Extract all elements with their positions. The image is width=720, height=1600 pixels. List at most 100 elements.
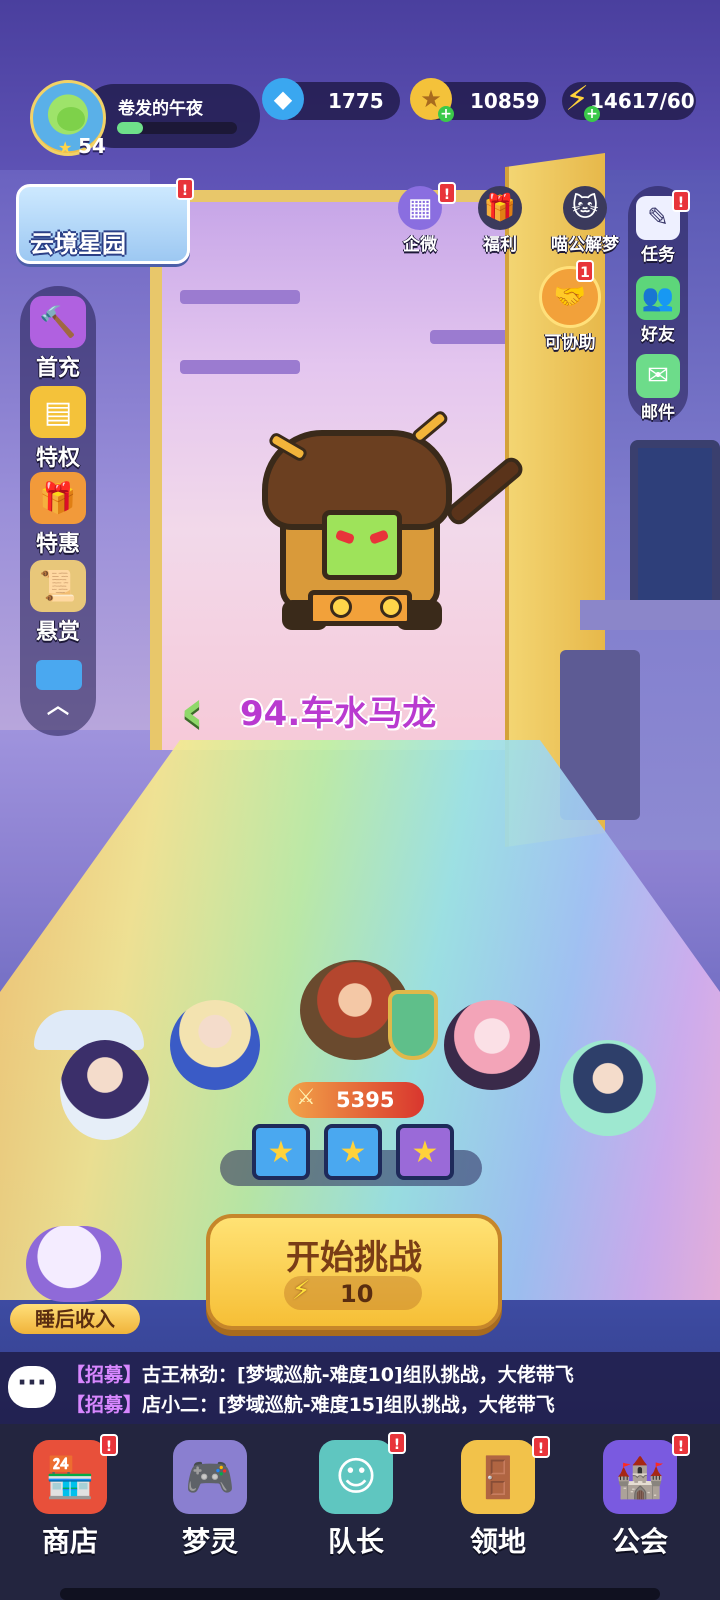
chat-bubble-icon[interactable]: ···: [8, 1366, 56, 1408]
notification-badge: !: [100, 1434, 118, 1456]
wecom-label: 企微: [403, 235, 437, 255]
shop-icon: 🏪: [33, 1440, 107, 1514]
dream-reading-label: 喵公解梦: [551, 235, 619, 255]
nav-captain-label: 队长: [327, 1525, 384, 1558]
player-name: 卷发的午夜: [118, 99, 203, 119]
privilege-card-icon: ▤: [30, 386, 86, 438]
team-power-value: 5395: [336, 1088, 395, 1112]
add-coins-icon[interactable]: +: [438, 106, 454, 122]
coin-count: 10859: [470, 89, 540, 113]
exp-bar-fill: [117, 122, 144, 134]
bounty-label: 悬赏: [35, 620, 80, 645]
nav-shop-label: 商店: [41, 1525, 98, 1558]
special-offer-button[interactable]: 🎁 特惠: [20, 472, 96, 558]
hero-parasol-girl[interactable]: [60, 1040, 150, 1140]
welfare-label: 福利: [483, 235, 517, 255]
wanted-scroll-icon: 📜: [30, 560, 86, 612]
friends-label: 好友: [641, 325, 675, 345]
start-challenge-label: 开始挑战: [286, 1238, 422, 1278]
privilege-label: 特权: [35, 446, 80, 471]
notification-badge: 1: [576, 260, 594, 282]
nav-dream-spirit-label: 梦灵: [181, 1525, 238, 1558]
hero-spirit-boy[interactable]: [560, 1040, 656, 1136]
star-chest-icon[interactable]: ★: [252, 1124, 310, 1180]
mail-label: 邮件: [641, 403, 675, 423]
cat-icon: 🐱: [563, 186, 607, 230]
friends-icon: 👥: [636, 276, 680, 320]
computer-monitor: [630, 440, 720, 610]
dream-reading-button[interactable]: 🐱 喵公解梦: [540, 186, 630, 255]
territory-icon: 🚪: [461, 1440, 535, 1514]
star-garden-label: 云境星园: [30, 230, 126, 258]
nav-guild-label: 公会: [611, 1525, 668, 1558]
assist-label: 可协助: [544, 333, 596, 353]
sleeping-sheep-icon: [26, 1226, 122, 1302]
friends-button[interactable]: 👥 好友: [620, 276, 696, 345]
hero-demon-girl[interactable]: [444, 1000, 540, 1090]
captain-icon: ☺: [319, 1440, 393, 1514]
chat-text: 店小二：[梦域巡航-难度15]组队挑战，大佬带飞: [142, 1394, 555, 1416]
bookshelf: [430, 330, 510, 344]
privilege-button[interactable]: ▤ 特权: [20, 386, 96, 472]
diamond-count: 1775: [328, 89, 384, 113]
system-home-bar[interactable]: [60, 1588, 660, 1600]
boss-bolt: [380, 596, 402, 618]
ranking-icon[interactable]: [36, 660, 82, 690]
coin-icon[interactable]: ★ +: [410, 78, 454, 122]
diamond-icon: ◆: [262, 78, 304, 120]
nav-guild[interactable]: 🏰 公会: [580, 1440, 700, 1560]
boss-bolt: [330, 596, 352, 618]
star-chest-icon[interactable]: ★: [324, 1124, 382, 1180]
desk: [580, 600, 720, 630]
hero-knight[interactable]: [170, 1000, 260, 1090]
lightning-icon: ⚡: [292, 1276, 311, 1306]
boss-face: [322, 510, 402, 580]
gift-box-icon: ▦: [398, 186, 442, 230]
gift-bag-icon: 🎁: [478, 186, 522, 230]
expand-menu-icon[interactable]: ︿: [40, 688, 76, 720]
lightning-icon[interactable]: ⚡ +: [556, 78, 600, 122]
energy-count: 14617/60: [590, 89, 695, 113]
chat-tag: 【招募】: [66, 1394, 143, 1416]
previous-stage-arrow-icon[interactable]: ‹: [180, 680, 224, 742]
notification-badge: !: [532, 1436, 550, 1458]
chat-message[interactable]: 【招募】店小二：[梦域巡航-难度15]组队挑战，大佬带飞: [66, 1390, 555, 1417]
task-label: 任务: [641, 245, 675, 265]
first-recharge-label: 首充: [35, 356, 80, 381]
player-level: 54: [78, 134, 106, 158]
exp-bar: [117, 122, 237, 134]
nav-dream-spirit[interactable]: 🎮 梦灵: [150, 1440, 270, 1560]
chat-message[interactable]: 【招募】古王林劲：[梦域巡航-难度10]组队挑战，大佬带飞: [66, 1360, 574, 1387]
guild-icon: 🏰: [603, 1440, 677, 1514]
chat-tag: 【招募】: [66, 1364, 143, 1386]
notification-badge: !: [672, 1434, 690, 1456]
star-chest-icon[interactable]: ★: [396, 1124, 454, 1180]
notification-badge: !: [388, 1432, 406, 1454]
hammer-icon: 🔨: [30, 296, 86, 348]
bookshelf: [180, 360, 300, 374]
first-recharge-button[interactable]: 🔨 首充: [20, 296, 96, 382]
notification-badge: !: [672, 190, 690, 212]
special-offer-label: 特惠: [35, 532, 80, 557]
shield-icon: [388, 990, 438, 1060]
challenge-cost-value: 10: [340, 1280, 374, 1308]
sword-icon: ⚔: [296, 1085, 316, 1110]
chat-text: 古王林劲：[梦域巡航-难度10]组队挑战，大佬带飞: [142, 1364, 574, 1386]
bookshelf: [180, 290, 300, 304]
nav-territory-label: 领地: [469, 1525, 526, 1558]
gift-box-eyes-icon: 🎁: [30, 472, 86, 524]
add-energy-icon[interactable]: +: [584, 106, 600, 122]
level-star-icon: ★: [58, 138, 73, 157]
sleep-income-label: 睡后收入: [10, 1304, 140, 1334]
assist-button[interactable]: 🤝 可协助: [520, 266, 620, 353]
mail-button[interactable]: ✉ 邮件: [620, 354, 696, 423]
mail-icon: ✉: [636, 354, 680, 398]
nav-shop[interactable]: 🏪 商店: [10, 1440, 130, 1560]
notification-badge: !: [176, 178, 194, 200]
bounty-button[interactable]: 📜 悬赏: [20, 560, 96, 646]
welfare-button[interactable]: 🎁 福利: [462, 186, 538, 255]
dream-spirit-icon: 🎮: [173, 1440, 247, 1514]
stage-title: 94.车水马龙: [240, 694, 437, 734]
notification-badge: !: [438, 182, 456, 204]
nav-captain[interactable]: ☺ 队长: [296, 1440, 416, 1560]
